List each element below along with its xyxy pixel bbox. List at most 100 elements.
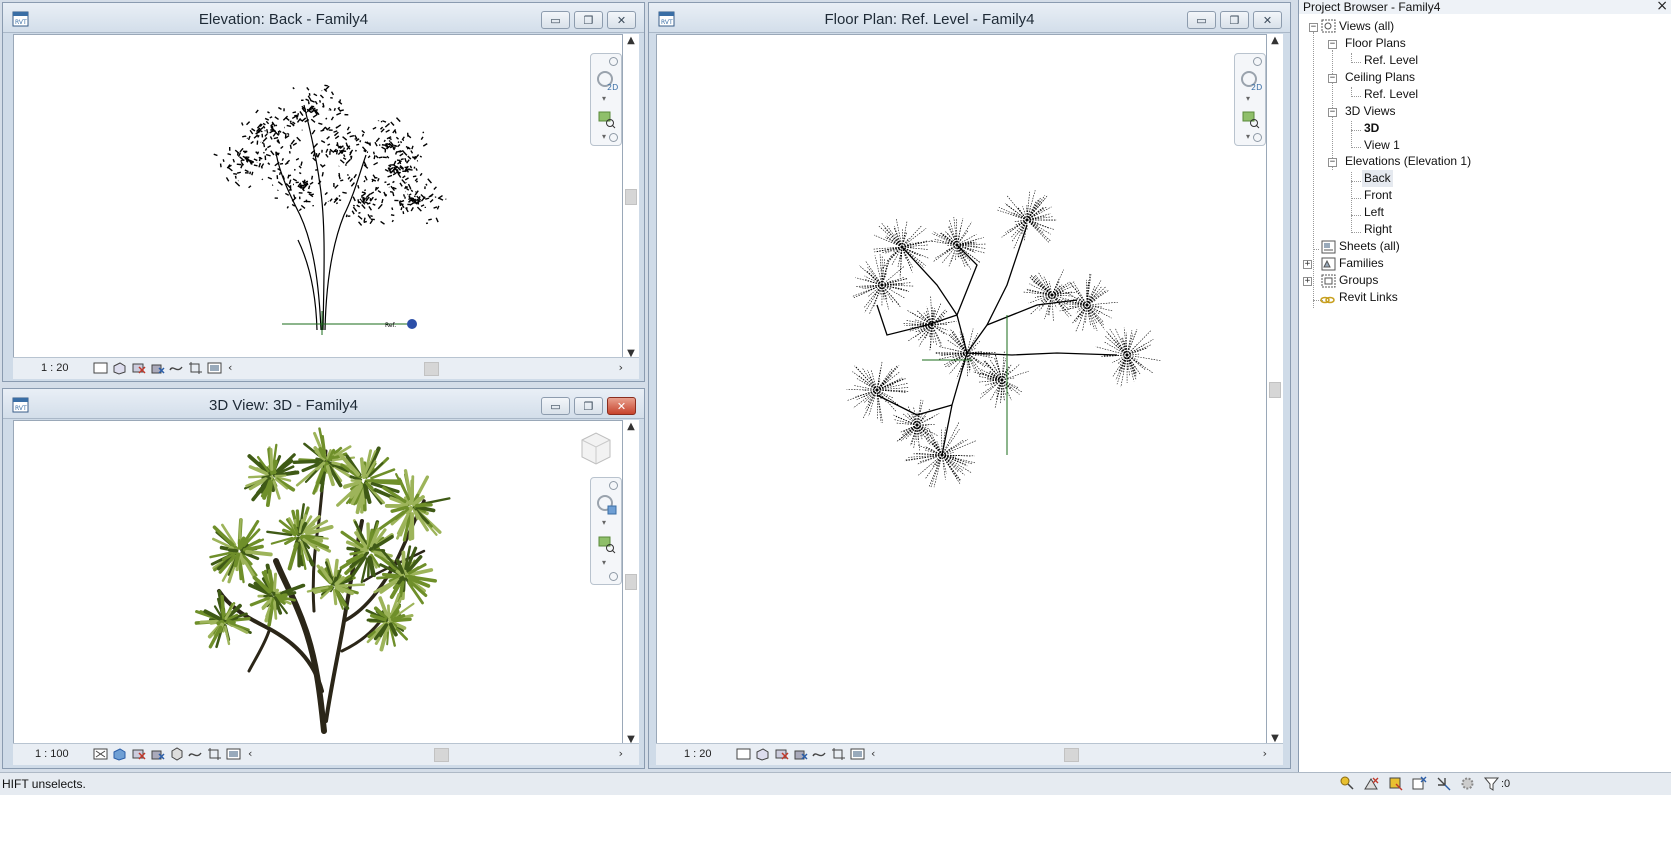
- steering-wheel-icon[interactable]: [596, 494, 618, 516]
- visual-style-icon[interactable]: [112, 747, 127, 761]
- tree-item-3d-views[interactable]: 3D Views: [1345, 103, 1395, 120]
- wheel-dropdown-icon[interactable]: ▾: [602, 518, 606, 527]
- tree-item-views-all[interactable]: Views (all): [1339, 18, 1394, 35]
- steering-wheel-2d-icon[interactable]: 2D: [1240, 70, 1262, 92]
- scroll-up-icon[interactable]: ▲: [623, 420, 639, 434]
- scroll-right-icon[interactable]: ›: [1263, 747, 1267, 760]
- floor-plan-vertical-scrollbar[interactable]: ▲ ▼: [1267, 34, 1283, 746]
- navigation-bar[interactable]: ▾ ▾: [590, 477, 622, 585]
- sun-path-icon[interactable]: [131, 747, 146, 761]
- navbar-close-icon[interactable]: [609, 481, 618, 490]
- project-browser-close-icon[interactable]: ×: [1656, 0, 1668, 14]
- shadows-icon[interactable]: [150, 747, 165, 761]
- scroll-left-icon[interactable]: ‹: [248, 747, 252, 760]
- minimize-button[interactable]: ▭: [541, 397, 570, 415]
- close-button[interactable]: ✕: [1253, 11, 1282, 29]
- crop-view-icon[interactable]: [188, 747, 203, 761]
- tree-item-3d[interactable]: 3D: [1364, 120, 1379, 137]
- restore-button[interactable]: ❐: [1220, 11, 1249, 29]
- floor-plan-titlebar[interactable]: RVT Floor Plan: Ref. Level - Family4 ▭ ❐…: [649, 3, 1290, 33]
- view-scale-label[interactable]: 1 : 100: [35, 748, 69, 760]
- detail-level-icon[interactable]: [736, 747, 751, 761]
- tree-item-right[interactable]: Right: [1364, 221, 1392, 238]
- 3d-drawing-canvas[interactable]: ▾ ▾: [13, 420, 623, 747]
- elevation-horizontal-scrollbar[interactable]: ‹ ›: [228, 358, 623, 380]
- select-pinned-elements-icon[interactable]: [1387, 775, 1404, 792]
- tree-item-left[interactable]: Left: [1364, 204, 1384, 221]
- crop-view-icon[interactable]: [812, 747, 827, 761]
- scroll-up-icon[interactable]: ▲: [623, 34, 639, 48]
- tree-item-floor-plan-ref-level[interactable]: Ref. Level: [1364, 52, 1418, 69]
- scroll-thumb[interactable]: [1269, 382, 1281, 398]
- wheel-dropdown-icon[interactable]: ▾: [602, 94, 606, 103]
- 3d-view-window[interactable]: RVT 3D View: 3D - Family4 ▭ ❐ ✕ ▾ ▾ ▲ ▼ …: [2, 388, 645, 769]
- elevation-drawing-canvas[interactable]: Ref. 2D ▾ ▾: [13, 34, 623, 361]
- crop-view-icon[interactable]: [169, 361, 184, 375]
- tree-item-families[interactable]: Families: [1339, 255, 1384, 272]
- scroll-left-icon[interactable]: ‹: [228, 361, 232, 374]
- zoom-region-icon[interactable]: [598, 111, 616, 129]
- tree-item-view-1[interactable]: View 1: [1364, 137, 1400, 154]
- tree-item-back[interactable]: Back: [1362, 170, 1393, 187]
- navigation-bar[interactable]: 2D ▾ ▾: [1234, 53, 1266, 146]
- restore-button[interactable]: ❐: [574, 397, 603, 415]
- scroll-thumb[interactable]: [625, 189, 637, 205]
- 3d-view-titlebar[interactable]: RVT 3D View: 3D - Family4 ▭ ❐ ✕: [3, 389, 644, 419]
- view-scale-label[interactable]: 1 : 20: [41, 362, 69, 374]
- restore-button[interactable]: ❐: [574, 11, 603, 29]
- temporary-hide-icon[interactable]: [207, 361, 222, 375]
- minimize-button[interactable]: ▭: [1187, 11, 1216, 29]
- scroll-up-icon[interactable]: ▲: [1267, 34, 1283, 48]
- scroll-thumb[interactable]: [1064, 748, 1079, 762]
- temporary-hide-icon[interactable]: [850, 747, 865, 761]
- steering-wheel-2d-icon[interactable]: 2D: [596, 70, 618, 92]
- zoom-region-icon[interactable]: [598, 536, 616, 554]
- expand-families-icon[interactable]: +: [1303, 260, 1312, 269]
- elevation-view-window[interactable]: RVT Elevation: Back - Family4 ▭ ❐ ✕ Ref.…: [2, 2, 645, 382]
- drag-elements-icon[interactable]: [1435, 775, 1452, 792]
- viewcube-icon[interactable]: [577, 429, 615, 467]
- tree-item-front[interactable]: Front: [1364, 187, 1392, 204]
- show-crop-region-icon[interactable]: [831, 747, 846, 761]
- show-crop-region-icon[interactable]: [207, 747, 222, 761]
- collapse-3d-views-icon[interactable]: −: [1328, 108, 1337, 117]
- detail-level-icon[interactable]: [93, 361, 108, 375]
- select-links-icon[interactable]: [1339, 775, 1356, 792]
- navbar-options-icon[interactable]: [609, 133, 618, 142]
- filter-icon[interactable]: [1483, 775, 1500, 792]
- zoom-dropdown-icon[interactable]: ▾: [602, 132, 606, 141]
- elevation-titlebar[interactable]: RVT Elevation: Back - Family4 ▭ ❐ ✕: [3, 3, 644, 33]
- detail-level-icon[interactable]: [93, 747, 108, 761]
- expand-groups-icon[interactable]: +: [1303, 277, 1312, 286]
- minimize-button[interactable]: ▭: [541, 11, 570, 29]
- elevation-vertical-scrollbar[interactable]: ▲ ▼: [623, 34, 639, 361]
- render-dialog-icon[interactable]: [169, 747, 184, 761]
- tree-item-revit-links[interactable]: Revit Links: [1339, 289, 1398, 306]
- visual-style-icon[interactable]: [755, 747, 770, 761]
- navbar-options-icon[interactable]: [609, 572, 618, 581]
- floor-plan-drawing-canvas[interactable]: 2D ▾ ▾: [656, 34, 1267, 746]
- 3d-horizontal-scrollbar[interactable]: ‹ ›: [248, 744, 623, 766]
- tree-item-sheets-all[interactable]: Sheets (all): [1339, 238, 1400, 255]
- collapse-elevations-icon[interactable]: −: [1328, 158, 1337, 167]
- scroll-thumb[interactable]: [625, 574, 637, 590]
- navbar-close-icon[interactable]: [1253, 57, 1262, 66]
- shadows-icon[interactable]: [793, 747, 808, 761]
- background-processes-icon[interactable]: [1459, 775, 1476, 792]
- scroll-left-icon[interactable]: ‹: [871, 747, 875, 760]
- show-crop-region-icon[interactable]: [188, 361, 203, 375]
- view-scale-label[interactable]: 1 : 20: [684, 748, 712, 760]
- select-underlay-elements-icon[interactable]: [1363, 775, 1380, 792]
- temporary-hide-icon[interactable]: [226, 747, 241, 761]
- tree-item-floor-plans[interactable]: Floor Plans: [1345, 35, 1406, 52]
- tree-item-elevations[interactable]: Elevations (Elevation 1): [1345, 153, 1471, 170]
- scroll-thumb[interactable]: [434, 748, 449, 762]
- select-by-face-icon[interactable]: [1411, 775, 1428, 792]
- floor-plan-horizontal-scrollbar[interactable]: ‹ ›: [871, 744, 1267, 766]
- collapse-views-icon[interactable]: −: [1309, 23, 1318, 32]
- navigation-bar[interactable]: 2D ▾ ▾: [590, 53, 622, 146]
- wheel-dropdown-icon[interactable]: ▾: [1246, 94, 1250, 103]
- close-button[interactable]: ✕: [607, 397, 636, 415]
- tree-item-ceiling-plans[interactable]: Ceiling Plans: [1345, 69, 1415, 86]
- sun-path-icon[interactable]: [131, 361, 146, 375]
